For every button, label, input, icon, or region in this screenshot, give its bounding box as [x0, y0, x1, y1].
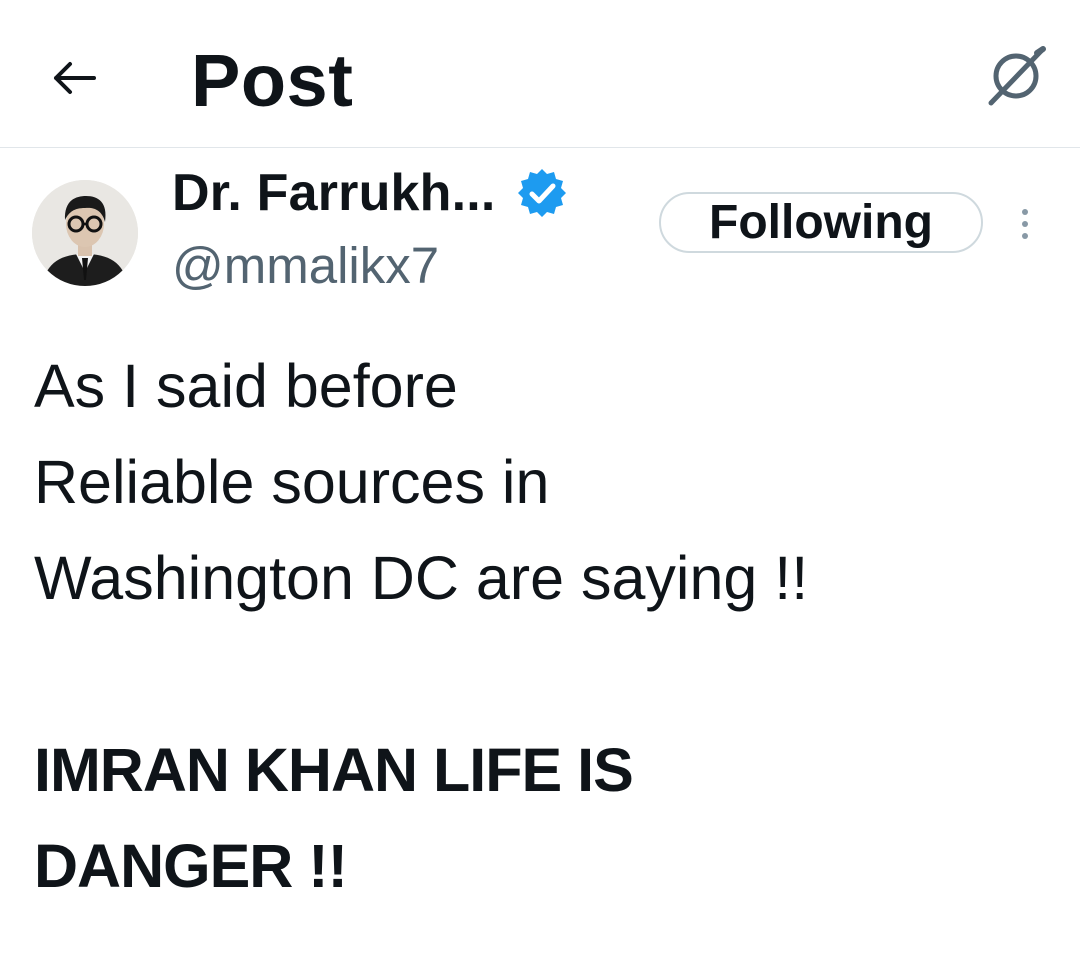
- avatar[interactable]: [32, 180, 138, 286]
- back-button[interactable]: [44, 48, 104, 108]
- arrow-left-icon: [54, 62, 96, 94]
- top-bar: Post: [0, 0, 1080, 148]
- tweet-line: Reliable sources in: [34, 448, 550, 516]
- tweet-line: IMRAN KHAN LIFE IS: [34, 736, 634, 804]
- more-vertical-icon: [1022, 209, 1028, 215]
- tweet-line: As I said before: [34, 352, 458, 420]
- tweet-line: DANGER !!: [34, 832, 348, 900]
- following-button[interactable]: Following: [659, 192, 983, 253]
- avatar-image: [32, 180, 138, 286]
- tweet-text: As I said before Reliable sources in Was…: [34, 338, 1054, 914]
- grok-button[interactable]: [980, 40, 1052, 112]
- more-options-button[interactable]: [1010, 196, 1040, 252]
- page-title: Post: [191, 39, 354, 122]
- grok-icon: [988, 46, 1046, 106]
- verified-badge-icon[interactable]: [516, 167, 568, 219]
- author-name-row: Dr. Farrukh...: [172, 158, 568, 228]
- author-display-name[interactable]: Dr. Farrukh...: [172, 160, 496, 226]
- author-handle[interactable]: @mmalikx7: [172, 234, 439, 298]
- tweet-line: Washington DC are saying !!: [34, 544, 809, 612]
